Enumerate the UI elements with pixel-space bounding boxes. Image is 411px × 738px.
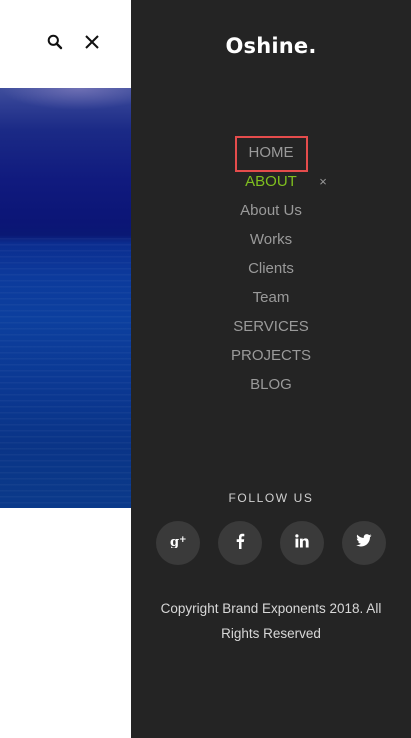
twitter-icon: [356, 534, 372, 552]
nav-item-team[interactable]: Team: [131, 283, 411, 312]
close-icon[interactable]: [80, 30, 104, 54]
nav-item-label: BLOG: [250, 376, 292, 393]
nav-item-label: Clients: [248, 260, 294, 277]
linkedin-icon: [295, 533, 309, 553]
nav-item-label: HOME: [234, 136, 308, 172]
nav-item-about[interactable]: ABOUT ×: [131, 167, 411, 196]
nav-item-label: Team: [252, 289, 290, 306]
svg-text:g: g: [170, 535, 179, 548]
site-header: [0, 0, 131, 88]
hero-image: [0, 88, 131, 508]
copyright-text: Copyright Brand Exponents 2018. All Righ…: [160, 601, 382, 641]
search-icon[interactable]: [43, 30, 67, 54]
nav-item-works[interactable]: Works: [131, 225, 411, 254]
linkedin-button[interactable]: [280, 521, 324, 565]
nav-item-home[interactable]: HOME: [131, 136, 411, 172]
social-links: g +: [156, 521, 386, 565]
google-plus-icon: g +: [169, 534, 187, 553]
submenu-close-icon[interactable]: ×: [316, 167, 330, 196]
nav-item-services[interactable]: SERVICES: [131, 312, 411, 341]
twitter-button[interactable]: [342, 521, 386, 565]
nav-item-label: SERVICES: [233, 318, 309, 335]
facebook-button[interactable]: [218, 521, 262, 565]
follow-title: FOLLOW US: [228, 491, 314, 505]
nav-item-label: ABOUT: [245, 173, 297, 190]
main-nav: HOME ABOUT × About Us Works Clients Team…: [131, 136, 411, 399]
svg-text:+: +: [179, 535, 187, 545]
nav-item-label: PROJECTS: [230, 347, 311, 364]
background-page: [0, 0, 131, 738]
nav-item-projects[interactable]: PROJECTS: [131, 341, 411, 370]
google-plus-button[interactable]: g +: [156, 521, 200, 565]
offcanvas-menu: Oshine. HOME ABOUT × About Us Works Clie…: [131, 0, 411, 738]
nav-item-label: About Us: [240, 202, 302, 219]
site-logo[interactable]: Oshine.: [131, 34, 411, 58]
facebook-icon: [235, 533, 245, 554]
nav-item-about-us[interactable]: About Us: [131, 196, 411, 225]
nav-item-label: Works: [249, 231, 293, 248]
nav-item-clients[interactable]: Clients: [131, 254, 411, 283]
nav-item-blog[interactable]: BLOG: [131, 370, 411, 399]
